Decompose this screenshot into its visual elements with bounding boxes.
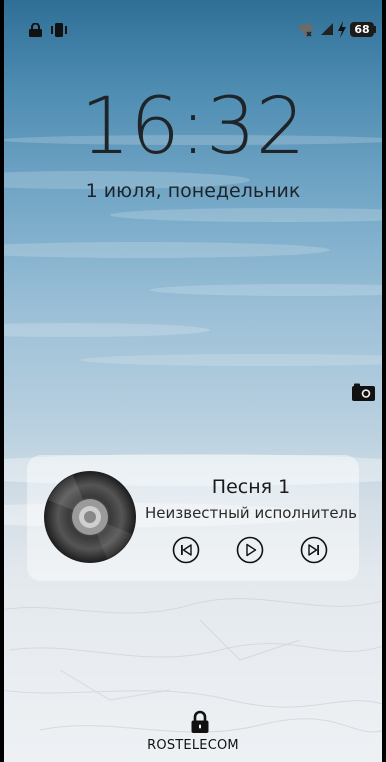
album-art-disc-icon bbox=[44, 471, 136, 563]
vibrate-icon bbox=[51, 23, 67, 37]
cell-signal-icon bbox=[321, 23, 333, 35]
next-icon[interactable] bbox=[300, 536, 328, 564]
lock-icon bbox=[29, 23, 42, 37]
song-title: Песня 1 bbox=[211, 476, 291, 498]
camera-icon[interactable] bbox=[351, 383, 376, 402]
lock-screen: 68 16:32 1 июля, понедельник Песня 1 Неи… bbox=[0, 0, 386, 762]
status-bar: 68 bbox=[0, 0, 386, 38]
carrier-name: ROSTELECOM bbox=[147, 738, 239, 753]
artist-name: Неизвестный исполнитель bbox=[145, 504, 357, 522]
play-icon[interactable] bbox=[236, 536, 264, 564]
previous-icon[interactable] bbox=[172, 536, 200, 564]
wifi-icon bbox=[298, 23, 314, 37]
unlock-icon[interactable] bbox=[190, 710, 210, 734]
date: 1 июля, понедельник bbox=[85, 180, 301, 202]
battery-tip bbox=[374, 26, 376, 33]
battery-icon: 68 bbox=[350, 22, 374, 37]
clock: 16:32 bbox=[80, 82, 306, 172]
charging-icon bbox=[338, 21, 346, 38]
